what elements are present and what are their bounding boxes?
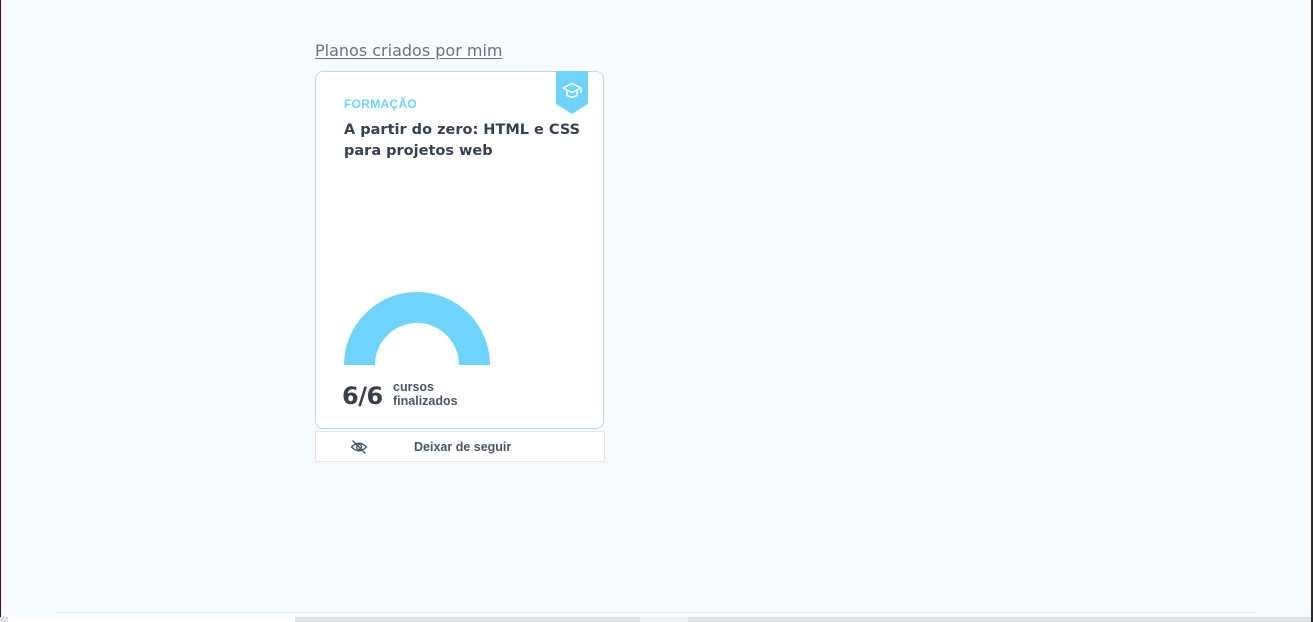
ribbon-shape [556,71,588,114]
gauge-fill [344,292,490,366]
progress-gauge [344,292,490,366]
scrollbar-segment [640,617,688,622]
card-ribbon [556,71,588,114]
eye-off-icon [350,440,368,454]
horizontal-scrollbar[interactable] [0,617,1311,622]
unfollow-button[interactable]: Deixar de seguir [315,431,605,462]
progress-label: cursos finalizados [393,380,458,408]
card-title: A partir do zero: HTML e CSS para projet… [344,122,581,159]
plan-card[interactable]: FORMAÇÃO A partir do zero: HTML e CSS pa… [315,71,604,429]
scrollbar-thumb[interactable] [8,617,295,622]
progress-count: 6/6 [342,382,383,410]
unfollow-label: Deixar de seguir [414,440,512,454]
section-title-link[interactable]: Planos criados por mim [315,41,502,60]
bottom-divider [56,612,1256,613]
window-edge-left [0,0,1,622]
card-category: FORMAÇÃO [344,97,418,111]
